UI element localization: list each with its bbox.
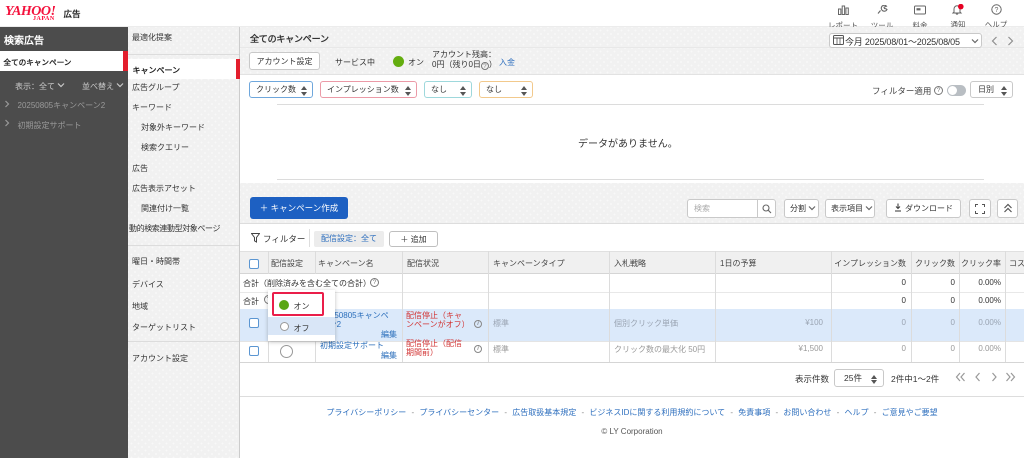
svg-text:?: ? <box>994 7 998 14</box>
